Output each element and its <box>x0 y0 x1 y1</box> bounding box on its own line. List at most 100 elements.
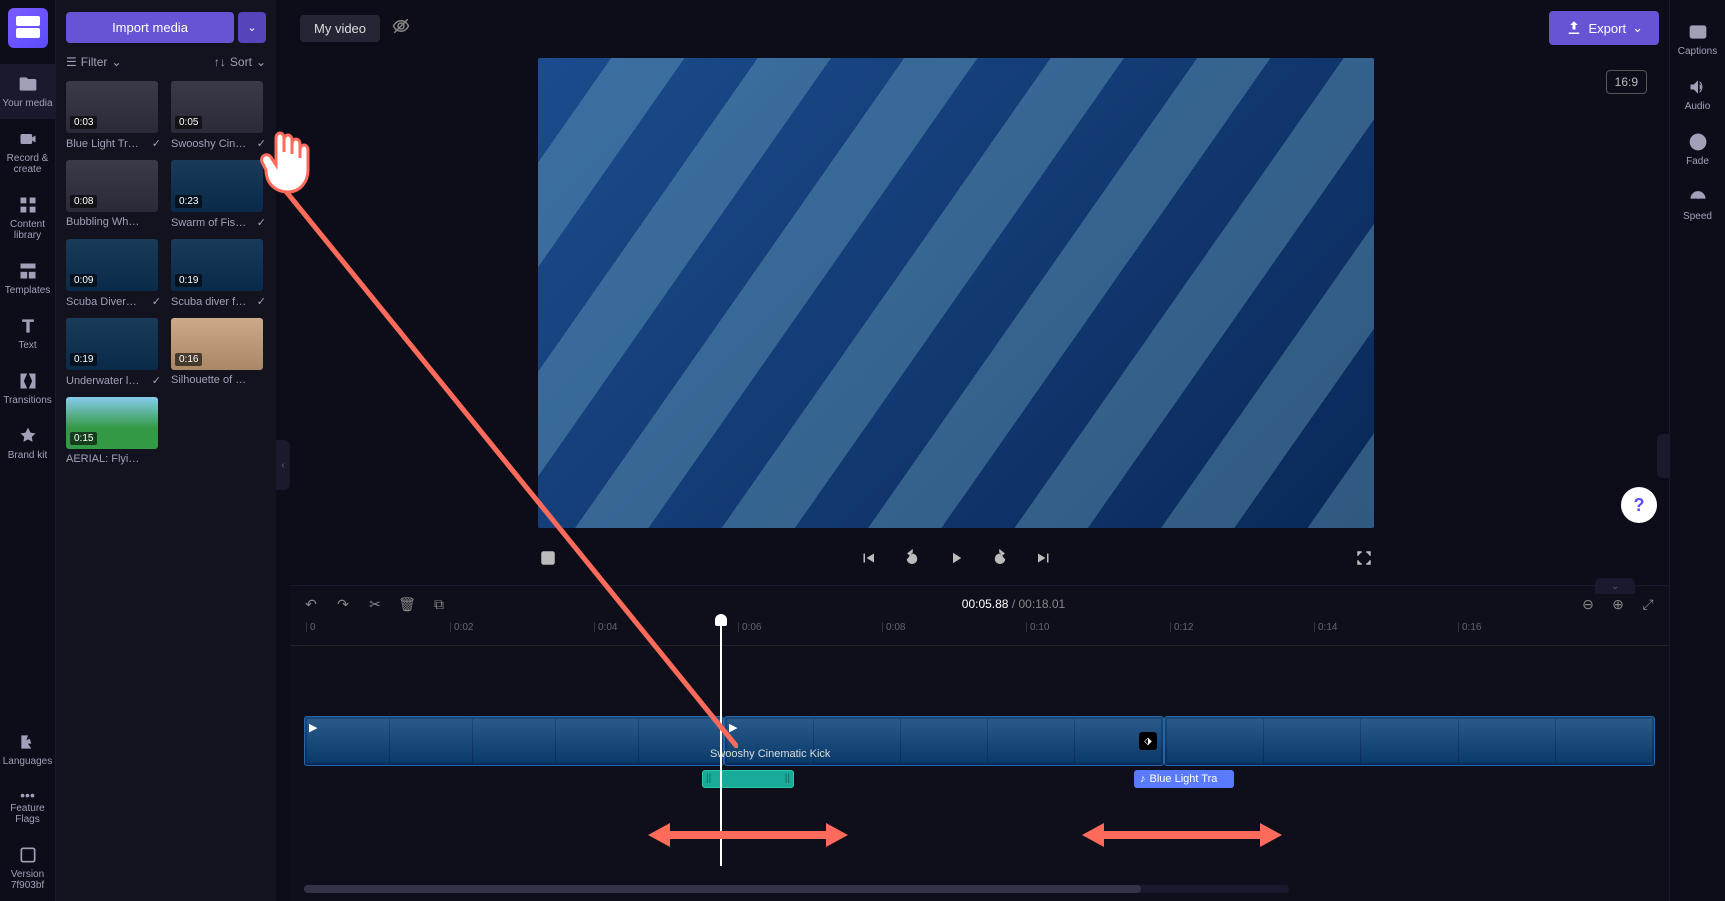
skip-next-button[interactable] <box>1034 548 1054 568</box>
rewind-button[interactable] <box>902 548 922 568</box>
playhead[interactable] <box>720 622 722 866</box>
timeline-ruler[interactable]: 0 0:02 0:04 0:06 0:08 0:10 0:12 0:14 0:1… <box>290 622 1669 646</box>
media-item[interactable]: 0:09Scuba Divers ...✓ <box>66 239 161 308</box>
rail-captions[interactable]: Captions <box>1670 12 1725 67</box>
zoom-out-button[interactable]: ⊖ <box>1579 596 1597 613</box>
timeline-timecode: 00:05.88 / 00:18.01 <box>462 597 1565 611</box>
sort-button[interactable]: ↑↓Sort ⌄ <box>214 55 266 69</box>
timeline-tracks[interactable]: ▶ ▶ ⬗ Swooshy Cinematic Kick ♪ Blue Light … <box>290 646 1669 866</box>
export-button[interactable]: Export ⌄ <box>1549 11 1659 45</box>
ruler-tick: 0:14 <box>1314 622 1337 632</box>
ruler-tick: 0:10 <box>1026 622 1049 632</box>
chevron-down-icon: ⌄ <box>256 55 266 69</box>
clip-type-icon: ▶ <box>729 721 737 734</box>
scrollbar-thumb[interactable] <box>304 885 1141 893</box>
media-duration: 0:15 <box>70 432 97 445</box>
video-clip[interactable] <box>1164 716 1655 766</box>
media-duration: 0:23 <box>175 195 202 208</box>
audio-clip[interactable]: ♪ Blue Light Tra <box>1134 770 1234 788</box>
upload-icon <box>1565 19 1583 37</box>
media-item[interactable]: 0:19Underwater la...✓ <box>66 318 161 387</box>
timeline-scrollbar[interactable] <box>304 885 1289 893</box>
import-media-button[interactable]: Import media <box>66 12 234 43</box>
import-media-dropdown[interactable]: ⌄ <box>238 12 266 43</box>
timeline-toolbar: ↶ ↷ ✂ 🗑 ⧉ 00:05.88 / 00:18.01 ⊖ ⊕ ⤢ <box>290 586 1669 622</box>
rail-record-create[interactable]: Record & create <box>0 119 56 185</box>
check-icon: ✓ <box>152 295 161 308</box>
media-item[interactable]: 0:08Bubbling Whoosh <box>66 160 161 229</box>
video-preview[interactable] <box>538 58 1374 528</box>
media-item[interactable]: 0:16 Silhouette of be... <box>171 318 266 387</box>
play-button[interactable] <box>946 548 966 568</box>
video-clip[interactable]: ▶ <box>304 716 724 766</box>
help-button[interactable]: ? <box>1621 487 1657 523</box>
captions-icon <box>1688 22 1708 42</box>
check-icon: ✓ <box>152 137 161 150</box>
check-icon: ✓ <box>257 137 266 150</box>
app-logo[interactable] <box>8 8 48 48</box>
media-duration: 0:19 <box>70 353 97 366</box>
ruler-tick: 0:06 <box>738 622 761 632</box>
crop-icon[interactable] <box>538 548 558 568</box>
rail-audio[interactable]: Audio <box>1670 67 1725 122</box>
skip-prev-button[interactable] <box>858 548 878 568</box>
transition-icon[interactable]: ⬗ <box>1139 732 1157 750</box>
media-duration: 0:16 <box>175 353 202 366</box>
duplicate-button[interactable]: ⧉ <box>430 596 448 613</box>
rail-templates[interactable]: Templates <box>0 251 56 306</box>
rail-transitions[interactable]: Transitions <box>0 361 56 416</box>
media-name: Scuba diver float... <box>171 296 247 308</box>
audio-clip-label: Swooshy Cinematic Kick <box>710 748 830 760</box>
rail-label: Captions <box>1678 46 1717 57</box>
clip-type-icon: ▶ <box>309 721 317 734</box>
media-thumb: 0:23 <box>171 160 263 212</box>
folder-icon <box>18 74 38 94</box>
media-duration: 0:09 <box>70 274 97 287</box>
media-item[interactable]: 0:03Blue Light Tra...✓ <box>66 81 161 150</box>
fullscreen-button[interactable] <box>1354 548 1374 568</box>
rail-content-library[interactable]: Content library <box>0 185 56 251</box>
rail-feature-flags[interactable]: ••• Feature Flags <box>0 777 56 835</box>
media-item[interactable]: 0:05Swooshy Cine...✓ <box>171 81 266 150</box>
redo-button[interactable]: ↷ <box>334 596 352 613</box>
rail-label: Content library <box>2 219 54 241</box>
project-title[interactable]: My video <box>300 15 380 42</box>
rail-label: Brand kit <box>8 450 47 461</box>
media-name: Blue Light Tra... <box>66 138 142 150</box>
visibility-icon[interactable] <box>392 17 410 40</box>
media-item[interactable]: 0:15 AERIAL: Flying a... <box>66 397 161 465</box>
zoom-in-button[interactable]: ⊕ <box>1609 596 1627 613</box>
total-time: 00:18.01 <box>1019 597 1066 611</box>
rail-fade[interactable]: Fade <box>1670 122 1725 177</box>
rail-label: Your media <box>2 98 52 109</box>
rail-brand-kit[interactable]: Brand kit <box>0 416 56 471</box>
audio-clip[interactable] <box>702 770 794 788</box>
aspect-ratio-button[interactable]: 16:9 <box>1606 70 1647 94</box>
collapse-right-button[interactable] <box>1657 434 1669 478</box>
left-rail: Your media Record & create Content libra… <box>0 0 56 901</box>
timeline-collapse-button[interactable]: ⌄ <box>1595 578 1635 594</box>
filter-button[interactable]: ☰Filter ⌄ <box>66 55 122 69</box>
delete-button[interactable]: 🗑 <box>398 596 416 613</box>
media-name: Bubbling Whoosh <box>66 216 142 228</box>
sort-label: Sort <box>230 55 252 69</box>
rail-version[interactable]: Version 7f903bf <box>0 835 56 901</box>
export-label: Export <box>1589 21 1627 36</box>
forward-button[interactable] <box>990 548 1010 568</box>
zoom-fit-button[interactable]: ⤢ <box>1639 596 1657 613</box>
collapse-panel-button[interactable]: ‹ <box>276 440 290 490</box>
media-name: AERIAL: Flying a... <box>66 453 142 465</box>
split-button[interactable]: ✂ <box>366 596 384 613</box>
undo-button[interactable]: ↶ <box>302 596 320 613</box>
record-icon <box>18 129 38 149</box>
media-item[interactable]: 0:23Swarm of Fish...✓ <box>171 160 266 229</box>
audio-clip-name: Blue Light Tra <box>1150 773 1218 785</box>
rail-speed[interactable]: Speed <box>1670 177 1725 232</box>
rail-languages[interactable]: Languages <box>0 722 56 777</box>
media-item[interactable]: 0:19Scuba diver float...✓ <box>171 239 266 308</box>
music-note-icon: ♪ <box>1140 773 1146 785</box>
rail-your-media[interactable]: Your media <box>0 64 56 119</box>
media-name: Silhouette of be... <box>171 374 247 386</box>
rail-text[interactable]: Text <box>0 306 56 361</box>
speed-icon <box>1688 187 1708 207</box>
